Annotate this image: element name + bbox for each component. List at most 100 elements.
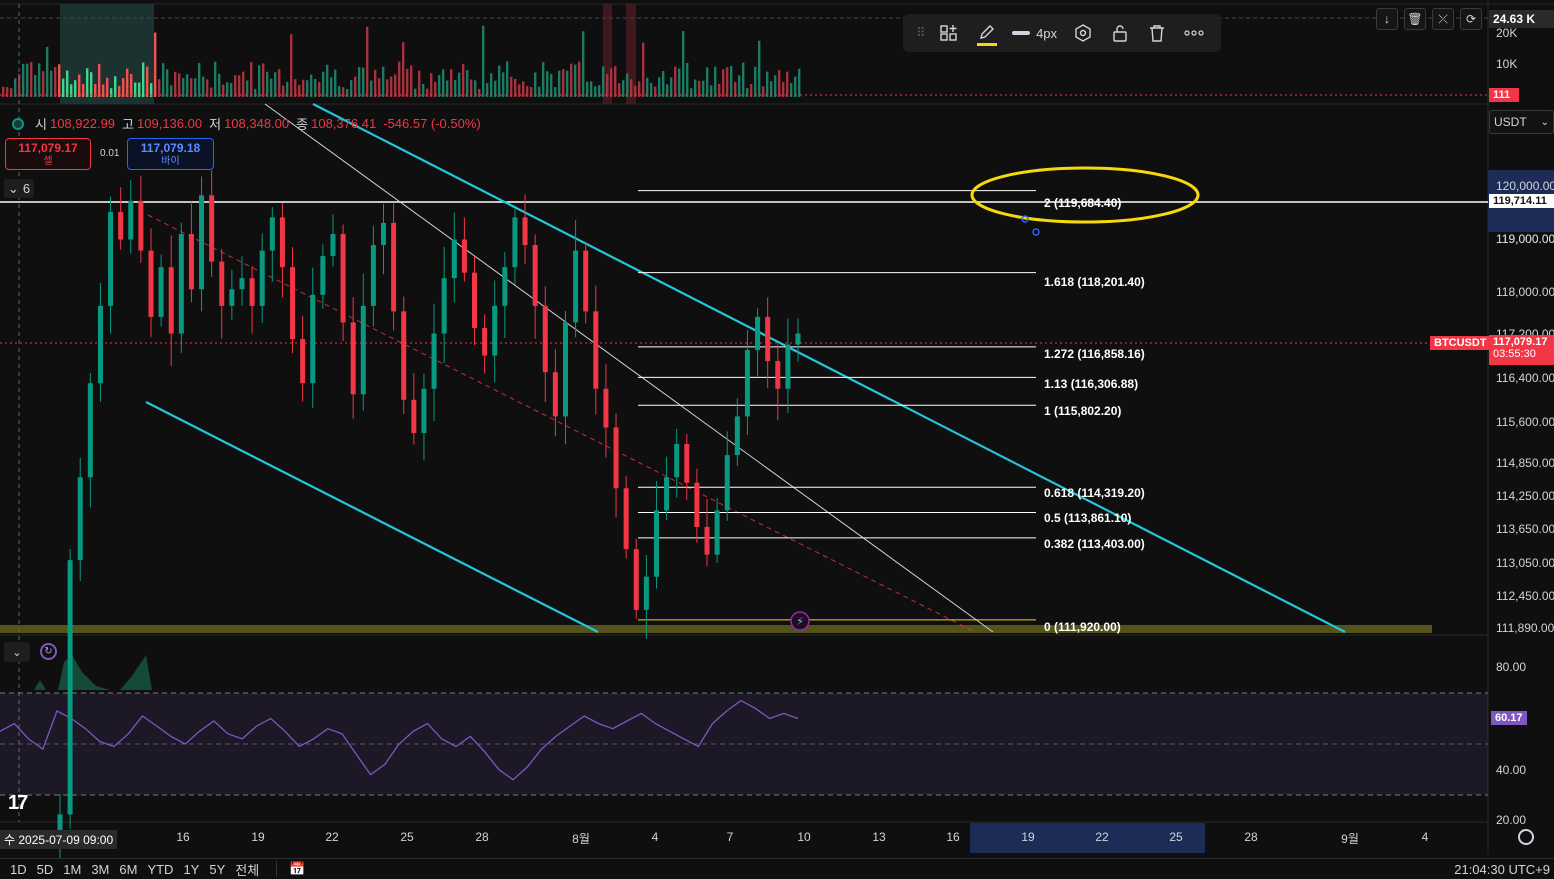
candle-body <box>684 444 690 483</box>
candle-body <box>471 272 477 328</box>
volume-bar <box>414 88 417 97</box>
pen-icon[interactable] <box>968 14 1005 52</box>
volume-bar <box>678 68 681 97</box>
volume-bar <box>614 66 617 97</box>
candle-body <box>320 256 326 295</box>
clock[interactable]: 21:04:30 UTC+9 <box>1454 862 1550 877</box>
buy-button[interactable]: 117,079.18 바이 <box>127 138 214 170</box>
time-tick: 8월 <box>572 832 590 846</box>
volume-bar <box>62 78 65 97</box>
more-icon[interactable] <box>1176 14 1213 52</box>
range-1y[interactable]: 1Y <box>178 862 204 877</box>
collapse-icon[interactable]: ⤫ <box>1432 8 1454 30</box>
time-tick: 22 <box>1095 830 1109 844</box>
volume-bar <box>354 76 357 97</box>
range-6m[interactable]: 6M <box>114 862 142 877</box>
maximize-icon[interactable]: ⟳ <box>1460 8 1482 30</box>
volume-bar <box>578 61 581 97</box>
time-tick: 4 <box>651 830 659 844</box>
symbol-status-icon[interactable] <box>12 117 24 130</box>
candle-body <box>128 200 134 240</box>
channel-lower-line <box>145 401 599 633</box>
sell-label: 셀 <box>43 156 53 167</box>
chart-settings-icon[interactable] <box>1518 829 1534 845</box>
chevron-down-icon: ⌄ <box>1540 116 1549 128</box>
trash-icon[interactable] <box>1139 14 1176 52</box>
volume-bar <box>566 70 569 97</box>
time-tick: 4 <box>1421 830 1429 844</box>
volume-bar <box>758 40 761 97</box>
symbol-label: BTCUSDT <box>1430 336 1491 350</box>
range-3m[interactable]: 3M <box>86 862 114 877</box>
fib-label[interactable]: 0.382 (113,403.00) <box>1044 537 1145 551</box>
rsi-tick: 20.00 <box>1496 813 1527 827</box>
fib-label[interactable]: 1.272 (116,858.16) <box>1044 347 1145 361</box>
volume-bar <box>26 63 29 97</box>
volume-bar <box>106 77 109 97</box>
candle-body <box>542 305 548 373</box>
price-tick: 116,400.00 <box>1496 371 1554 385</box>
range-5y[interactable]: 5Y <box>204 862 230 877</box>
fib-label[interactable]: 1.618 (118,201.40) <box>1044 275 1145 289</box>
volume-bar <box>314 78 317 97</box>
range-ytd[interactable]: YTD <box>142 862 178 877</box>
volume-bar <box>622 80 625 97</box>
move-down-icon[interactable]: ↓ <box>1376 8 1398 30</box>
currency-select[interactable]: USDT ⌄ <box>1489 110 1554 134</box>
indicators-collapse-button[interactable]: ⌄ 6 <box>4 179 34 198</box>
candle-body <box>219 261 225 306</box>
drag-handle-icon[interactable]: ⠿ <box>911 14 931 52</box>
drawing-handle <box>1032 228 1040 236</box>
delete-pane-icon[interactable]: 🗑 <box>1404 8 1426 30</box>
range-1m[interactable]: 1M <box>58 862 86 877</box>
volume-bar <box>114 76 117 97</box>
fib-label[interactable]: 2 (119,684.40) <box>1044 196 1121 210</box>
lock-icon[interactable] <box>1101 14 1138 52</box>
time-tick: 16 <box>946 830 960 844</box>
fib-label[interactable]: 1 (115,802.20) <box>1044 404 1121 418</box>
settings-icon[interactable] <box>1064 14 1101 52</box>
candle-body <box>532 245 538 306</box>
volume-bar <box>426 88 429 97</box>
volume-bar <box>66 70 69 97</box>
volume-bar <box>738 75 741 97</box>
volume-bar <box>326 64 329 97</box>
volume-bar <box>82 83 85 97</box>
volume-bar <box>78 74 81 97</box>
line-width-button[interactable]: 4px <box>1005 14 1064 52</box>
candle-body <box>118 211 124 240</box>
time-tick: 13 <box>872 830 886 844</box>
rsi-settings-icon[interactable]: ↻ <box>40 643 57 660</box>
sell-button[interactable]: 117,079.17 셀 <box>5 138 91 170</box>
volume-bar <box>546 71 549 97</box>
volume-bar <box>30 61 33 97</box>
fib-label[interactable]: 1.13 (116,306.88) <box>1044 377 1138 391</box>
volume-bar <box>202 76 205 97</box>
volume-bar <box>194 78 197 97</box>
ohlc-legend: 시 108,922.99 고 109,136.00 저 108,348.00 종 108… <box>12 114 485 133</box>
volume-bar <box>742 62 745 97</box>
low-value: 108,348.00 <box>224 116 290 131</box>
indicator-count: 6 <box>22 181 31 196</box>
range-all[interactable]: 전체 <box>230 860 264 879</box>
volume-bar <box>242 71 245 97</box>
rsi-collapse-button[interactable]: ⌄ <box>4 642 30 662</box>
candle-body <box>421 388 427 433</box>
fib-label[interactable]: 0.618 (114,319.20) <box>1044 486 1145 500</box>
rsi-tick: 40.00 <box>1496 763 1527 777</box>
volume-bar <box>46 46 49 97</box>
volume-bar <box>398 61 401 97</box>
rsi-overbought-fill <box>34 655 152 690</box>
calendar-icon[interactable]: 📅 <box>276 861 310 877</box>
range-5d[interactable]: 5D <box>32 862 59 877</box>
volume-bar <box>390 76 393 97</box>
volume-bar <box>630 79 633 97</box>
candle-body <box>269 217 275 251</box>
fib-label[interactable]: 0 (111,920.00) <box>1044 620 1121 634</box>
tradingview-logo[interactable]: 17 <box>8 792 28 815</box>
candle-body <box>290 267 296 340</box>
fib-label[interactable]: 0.5 (113,861.10) <box>1044 511 1131 525</box>
template-icon[interactable] <box>931 14 968 52</box>
range-1d[interactable]: 1D <box>0 862 32 877</box>
candle-body <box>411 399 417 433</box>
